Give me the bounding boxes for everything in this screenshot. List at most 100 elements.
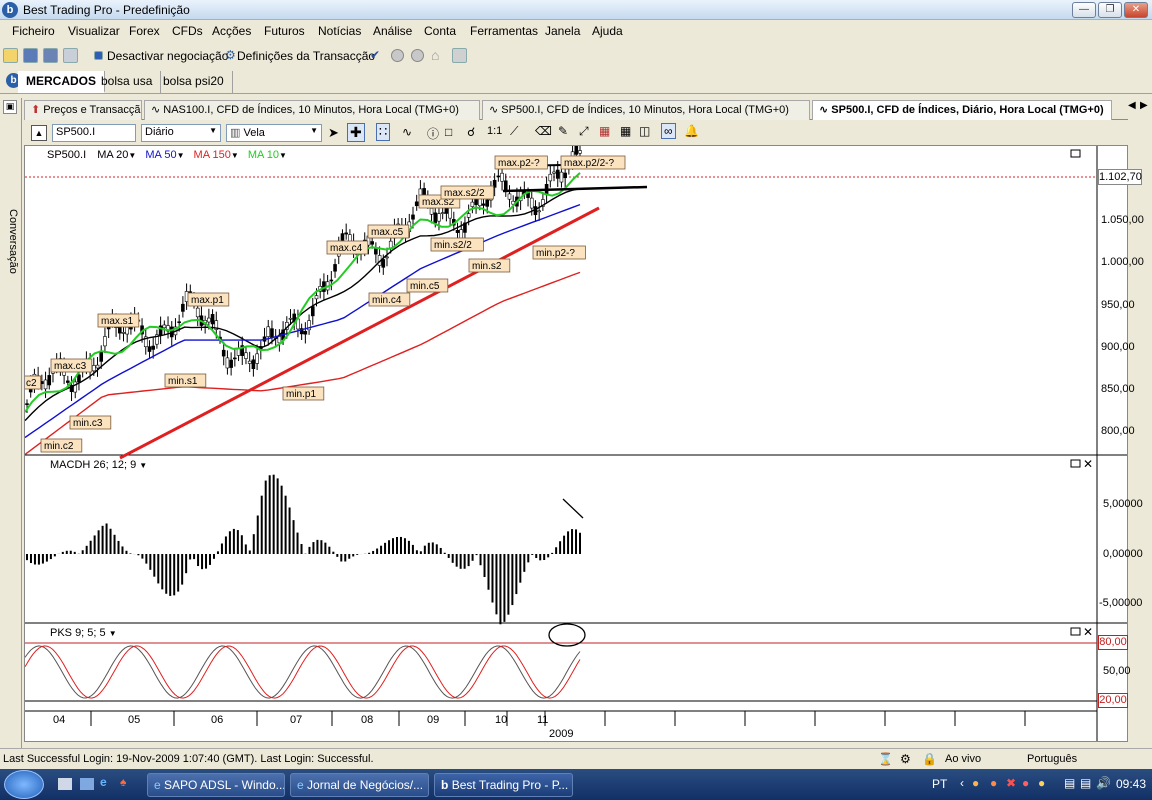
app-quicklaunch-icon[interactable]: ♠	[120, 775, 126, 789]
tab-bolsa-usa[interactable]: bolsa usa	[93, 71, 162, 93]
home-icon[interactable]: ⌂	[431, 47, 439, 63]
restore-icon[interactable]: ❐	[1098, 2, 1122, 18]
indicator-icon[interactable]: ∿	[402, 125, 412, 139]
collapse-icon[interactable]: ▲	[31, 125, 47, 141]
alert-bell-icon[interactable]: 🔔	[684, 124, 699, 138]
maximize-panel-icon[interactable]	[1070, 149, 1081, 158]
macd-divergence-line[interactable]	[562, 498, 584, 519]
tray-app-icon[interactable]: ●	[990, 776, 997, 790]
doc-tab-sp500-10min[interactable]: ∿ SP500.I, CFD de Índices, 10 Minutos, H…	[482, 100, 810, 120]
tab-bolsa-psi20[interactable]: bolsa psi20	[155, 71, 233, 93]
save-icon[interactable]	[23, 48, 38, 63]
scroll-right-icon[interactable]: ▶	[1140, 100, 1148, 111]
sound-icon[interactable]: ⌛	[878, 752, 893, 766]
start-button[interactable]	[4, 770, 44, 799]
network-icon[interactable]: ▤	[1080, 776, 1091, 790]
draw-icon[interactable]: ✎	[558, 124, 568, 138]
pks-panel[interactable]	[24, 623, 1097, 702]
deactivate-trading-button[interactable]: Desactivar negociação	[107, 49, 228, 63]
menu-ferramentas[interactable]: Ferramentas	[470, 24, 538, 38]
trade-settings-button[interactable]: Definições da Transacção	[237, 49, 375, 63]
chart-canvas[interactable]: c2 max.c3 min.c2 min.c3 max.s1 min.s1 max.p1 mi…	[22, 139, 1127, 741]
tray-app-icon[interactable]: ●	[1038, 776, 1045, 790]
tray-app-icon[interactable]: ●	[972, 776, 979, 790]
close-icon[interactable]: ✕	[1124, 2, 1148, 18]
table-icon[interactable]: ▦	[620, 124, 631, 138]
symbol-input[interactable]: SP500.I	[52, 124, 136, 142]
maximize-panel-icon[interactable]	[1070, 459, 1081, 468]
compare-icon[interactable]: ◫	[639, 124, 650, 138]
maximize-panel-icon[interactable]	[1070, 627, 1081, 636]
chart-area[interactable]: c2 max.c3 min.c2 min.c3 max.s1 min.s1 max.p1 mi…	[22, 139, 1144, 742]
deactivate-trading-icon[interactable]	[94, 51, 103, 60]
check-icon[interactable]: ✔	[370, 48, 380, 62]
line-tool-icon[interactable]: ⟋	[510, 124, 518, 139]
eraser-icon[interactable]: ⌫	[535, 124, 552, 138]
legend-ma150[interactable]: MA 150	[194, 149, 231, 161]
menu-analise[interactable]: Análise	[373, 24, 412, 38]
pks-label[interactable]: PKS 9; 5; 5 ▼	[50, 627, 117, 639]
network-icon[interactable]: ▤	[1064, 776, 1075, 790]
side-panel-label[interactable]: Conversação	[7, 209, 19, 299]
scroll-left-icon[interactable]: ◀	[1128, 100, 1136, 111]
template-icon[interactable]: ▦	[599, 124, 610, 138]
menu-forex[interactable]: Forex	[129, 24, 160, 38]
cursor-icon[interactable]: ➤	[328, 125, 339, 141]
show-desktop-icon[interactable]	[58, 778, 72, 790]
tray-app-icon[interactable]: ●	[1022, 776, 1029, 790]
info-icon[interactable]: ⓘ	[427, 125, 439, 142]
input-language[interactable]: PT	[932, 777, 947, 791]
close-panel-icon[interactable]: ✕	[1083, 625, 1093, 639]
macd-label[interactable]: MACDH 26; 12; 9 ▼	[50, 459, 147, 471]
print-icon[interactable]	[63, 48, 78, 63]
legend-ma20[interactable]: MA 20	[97, 149, 128, 161]
taskbar-item-sapo[interactable]: e SAPO ADSL - Windo...	[147, 773, 285, 797]
tray-warning-icon[interactable]: ✖	[1006, 776, 1016, 790]
menu-ficheiro[interactable]: Ficheiro	[12, 24, 55, 38]
menu-visualizar[interactable]: Visualizar	[68, 24, 120, 38]
lock-icon[interactable]: 🔒	[922, 752, 937, 766]
tab-mercados[interactable]: MERCADOS	[18, 71, 106, 93]
period-select[interactable]: Diário ▼	[141, 124, 221, 142]
zoom-region-icon[interactable]: □	[445, 125, 452, 139]
menu-futuros[interactable]: Futuros	[264, 24, 305, 38]
menu-janela[interactable]: Janela	[545, 24, 580, 38]
menu-ajuda[interactable]: Ajuda	[592, 24, 623, 38]
grid-icon[interactable]: ∷	[376, 123, 391, 141]
doc-tab-nas100[interactable]: ∿ NAS100.I, CFD de Índices, 10 Minutos, …	[144, 100, 480, 120]
style-select[interactable]: ▥ Vela ▼	[226, 124, 322, 142]
tray-expand-icon[interactable]: ‹	[960, 776, 964, 790]
pin-icon[interactable]: ▣	[3, 100, 17, 114]
connection-icon[interactable]: ⚙	[900, 752, 911, 766]
legend-symbol[interactable]: SP500.I	[47, 149, 86, 161]
ie-icon[interactable]: e	[100, 775, 107, 789]
back-icon[interactable]	[391, 49, 404, 62]
expand-icon[interactable]: ⤢	[579, 124, 589, 139]
crosshair-icon[interactable]: ✚	[347, 123, 365, 142]
taskbar-item-jornal[interactable]: e Jornal de Negócios/...	[290, 773, 429, 797]
menu-accoes[interactable]: Acções	[212, 24, 251, 38]
price-panel[interactable]: c2 max.c3 min.c2 min.c3 max.s1 min.s1 max.p1 mi…	[22, 139, 1127, 741]
one-to-one-icon[interactable]: 1:1	[487, 125, 502, 137]
minimize-icon[interactable]: —	[1072, 2, 1096, 18]
doc-tab-sp500-daily[interactable]: ∿ SP500.I, CFD de Índices, Diário, Hora …	[812, 100, 1112, 120]
doc-tab-precos[interactable]: ⬆ Preços e Transacção	[24, 100, 142, 120]
zoom-icon[interactable]: ☌	[467, 125, 475, 139]
save-as-icon[interactable]	[43, 48, 58, 63]
macd-panel[interactable]	[25, 474, 1127, 625]
legend-ma50[interactable]: MA 50	[145, 149, 176, 161]
refresh-icon[interactable]	[452, 48, 467, 63]
menu-noticias[interactable]: Notícias	[318, 24, 361, 38]
ma10-line[interactable]	[24, 172, 581, 413]
forward-icon[interactable]	[411, 49, 424, 62]
language-status[interactable]: Português	[1027, 753, 1077, 765]
legend-ma10[interactable]: MA 10	[248, 149, 279, 161]
close-panel-icon[interactable]: ✕	[1083, 457, 1093, 471]
volume-icon[interactable]: 🔊	[1096, 776, 1111, 790]
menu-conta[interactable]: Conta	[424, 24, 456, 38]
clock[interactable]: 09:43	[1116, 777, 1146, 791]
taskbar-item-besttrading[interactable]: b Best Trading Pro - P...	[434, 773, 573, 797]
menu-cfds[interactable]: CFDs	[172, 24, 203, 38]
open-icon[interactable]	[3, 48, 18, 63]
switch-windows-icon[interactable]	[80, 778, 94, 790]
